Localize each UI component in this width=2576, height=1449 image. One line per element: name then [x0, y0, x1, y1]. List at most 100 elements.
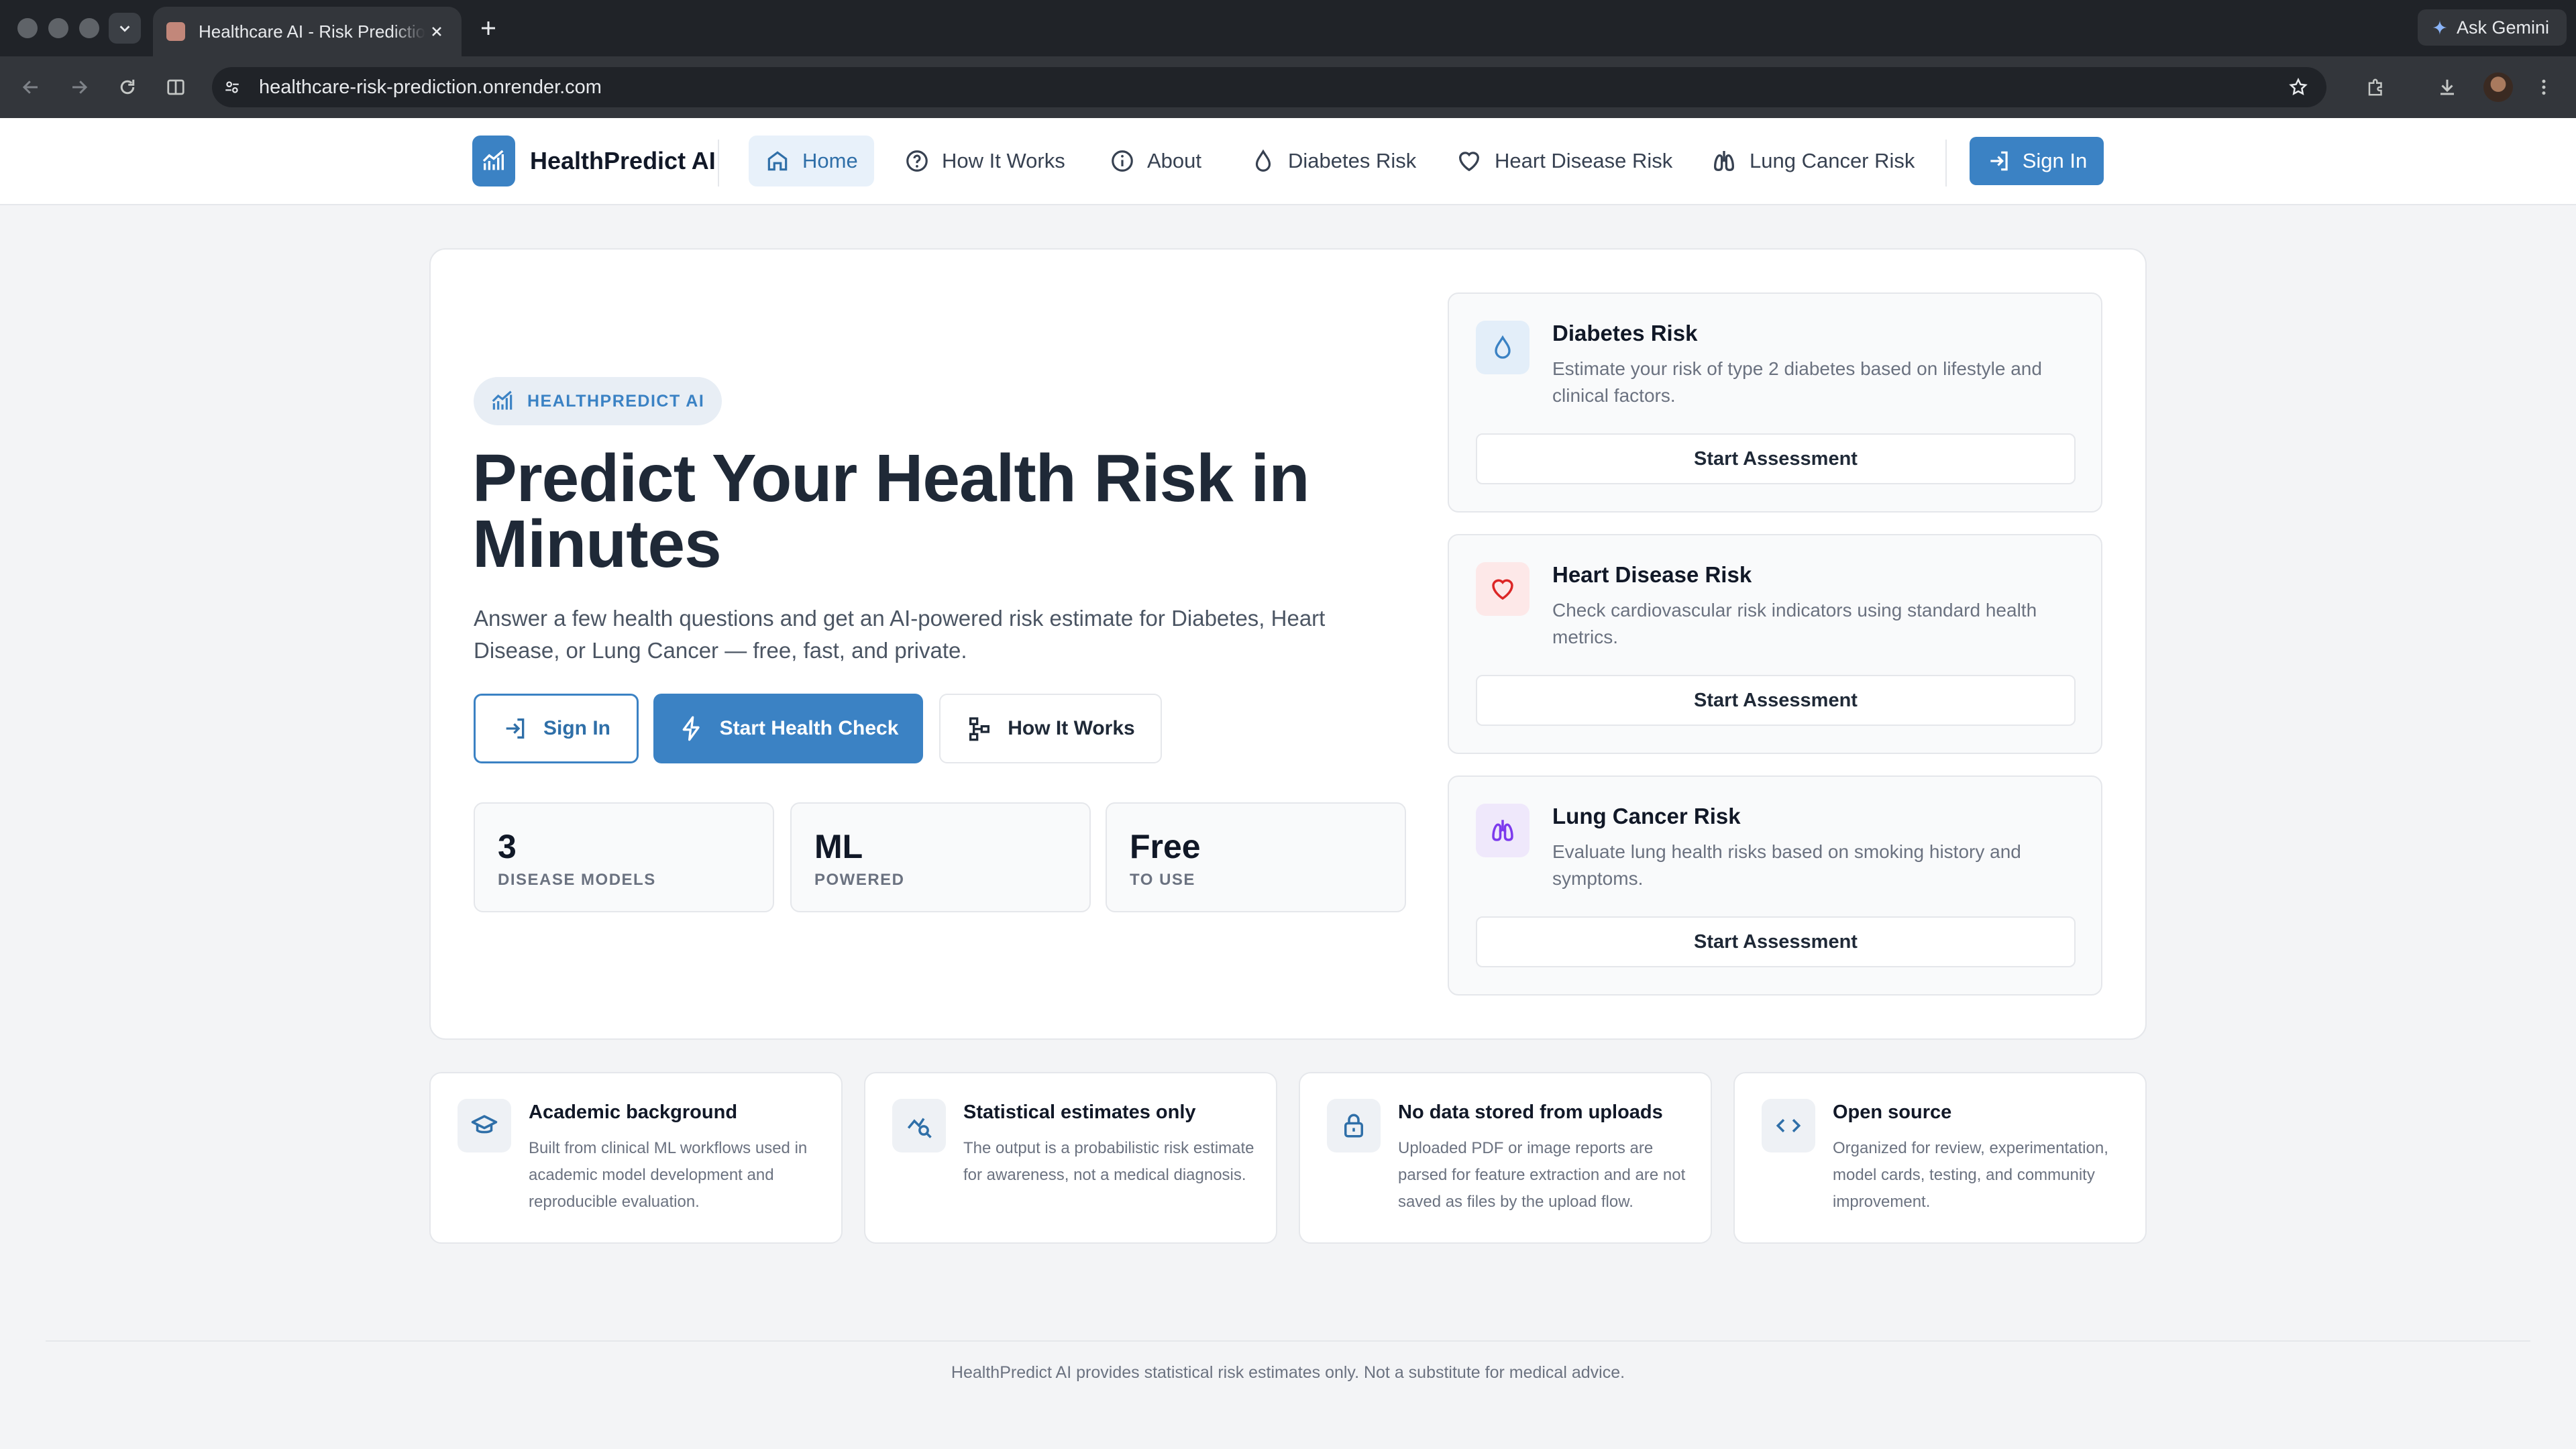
stat-label: POWERED [814, 871, 905, 889]
new-tab-button[interactable] [475, 15, 502, 42]
risk-card-title: Diabetes Risk [1552, 321, 1698, 345]
site-info-button[interactable] [219, 74, 246, 101]
sign-in-icon [506, 718, 525, 739]
nav-heart-disease-risk[interactable]: Heart Disease Risk [1440, 136, 1688, 186]
nav-home-label: Home [802, 149, 858, 172]
reload-button[interactable] [113, 72, 142, 102]
info-icon [1112, 150, 1133, 172]
nav-sign-in-button[interactable]: Sign In [1970, 137, 2104, 185]
feature-card-open-source: Open source Organized for review, experi… [1733, 1072, 2147, 1244]
arrow-right-icon [72, 80, 88, 94]
tab-search-button[interactable] [109, 13, 141, 44]
hero-subtitle: Answer a few health questions and get an… [474, 606, 1326, 663]
window-maximize-button[interactable] [79, 18, 99, 38]
chart-logo-icon [492, 390, 513, 410]
heart-disease-risk-card: Heart Disease Risk Check cardiovascular … [1448, 534, 2102, 754]
risk-icon-box [1476, 804, 1529, 857]
extensions-button[interactable] [2361, 72, 2391, 102]
ask-gemini-button[interactable]: Ask Gemini [2418, 9, 2567, 46]
start-health-check-button[interactable]: Start Health Check [653, 694, 923, 763]
risk-icon-box [1476, 321, 1529, 374]
window-close-button[interactable] [17, 18, 38, 38]
risk-card-title: Lung Cancer Risk [1552, 804, 1741, 828]
hero-title: Predict Your Health Risk in Minutes [472, 441, 1309, 582]
chevron-down-icon [119, 25, 130, 32]
close-icon [432, 27, 441, 36]
address-bar[interactable]: healthcare-risk-prediction.onrender.com [212, 67, 2326, 107]
feature-title: Open source [1833, 1102, 1952, 1123]
risk-icon-box [1476, 562, 1529, 616]
sign-in-icon [1990, 151, 2008, 171]
heart-icon [1492, 579, 1513, 600]
droplet-icon [1255, 149, 1271, 172]
lightning-icon [682, 716, 700, 741]
forward-button[interactable] [64, 72, 94, 102]
start-assessment-button[interactable]: Start Assessment [1476, 916, 2076, 967]
feature-card-no-data-stored: No data stored from uploads Uploaded PDF… [1299, 1072, 1712, 1244]
feature-icon-box [458, 1099, 511, 1152]
lungs-icon [1713, 151, 1735, 172]
feature-icon-box [892, 1099, 946, 1152]
feature-title: Statistical estimates only [963, 1102, 1196, 1123]
footer-disclaimer: HealthPredict AI provides statistical ri… [951, 1363, 1625, 1382]
stat-card: Free TO USE [1106, 802, 1406, 912]
stat-label: DISEASE MODELS [498, 871, 656, 889]
tab-close-button[interactable] [425, 20, 448, 43]
url-text[interactable]: healthcare-risk-prediction.onrender.com [259, 76, 2284, 99]
nav-about[interactable]: About [1093, 136, 1218, 186]
nav-diabetes-risk[interactable]: Diabetes Risk [1234, 136, 1432, 186]
gemini-sparkle-icon [2432, 19, 2448, 36]
back-button[interactable] [16, 72, 46, 102]
feature-icon-box [1762, 1099, 1815, 1152]
workflow-icon [969, 717, 990, 741]
chart-logo-icon [482, 150, 504, 170]
puzzle-icon [2368, 78, 2382, 96]
tune-icon [225, 81, 239, 93]
heart-icon [1458, 152, 1480, 172]
start-assessment-button[interactable]: Start Assessment [1476, 433, 2076, 484]
risk-card-title: Heart Disease Risk [1552, 562, 1752, 587]
start-health-check-label: Start Health Check [719, 717, 899, 739]
brand-name[interactable]: HealthPredict AI [530, 146, 716, 176]
browser-tab[interactable]: Healthcare AI - Risk Prediction [153, 7, 462, 56]
risk-card-description: Check cardiovascular risk indicators usi… [1552, 600, 2037, 647]
help-circle-icon [906, 150, 928, 172]
split-view-button[interactable] [161, 72, 191, 102]
code-icon [1776, 1119, 1801, 1132]
bookmark-button[interactable] [2284, 72, 2313, 102]
stat-card: 3 DISEASE MODELS [474, 802, 774, 912]
browser-menu-button[interactable] [2529, 72, 2559, 102]
risk-card-description: Estimate your risk of type 2 diabetes ba… [1552, 358, 2042, 406]
hero-sign-in-button[interactable]: Sign In [474, 694, 639, 763]
feature-card-statistical: Statistical estimates only The output is… [864, 1072, 1277, 1244]
nav-sign-in-label: Sign In [2022, 149, 2088, 172]
lung-cancer-risk-card: Lung Cancer Risk Evaluate lung health ri… [1448, 775, 2102, 996]
hero-how-it-works-button[interactable]: How It Works [939, 694, 1162, 763]
lock-icon [1344, 1114, 1363, 1138]
risk-card-description: Evaluate lung health risks based on smok… [1552, 841, 2021, 889]
profile-avatar[interactable] [2483, 72, 2513, 102]
nav-home[interactable]: Home [749, 136, 874, 186]
more-vertical-icon [2542, 79, 2546, 95]
plus-icon [482, 21, 495, 35]
lungs-icon [1492, 820, 1513, 841]
downloads-button[interactable] [2432, 72, 2462, 102]
stat-value: ML [814, 828, 863, 865]
start-assessment-button[interactable]: Start Assessment [1476, 675, 2076, 726]
download-icon [2440, 79, 2454, 95]
star-icon [2289, 77, 2308, 95]
stat-value: 3 [498, 828, 517, 865]
feature-description: The output is a probabilistic risk estim… [963, 1139, 1254, 1184]
ask-gemini-label: Ask Gemini [2457, 17, 2550, 38]
feature-icon-box [1327, 1099, 1381, 1152]
diabetes-risk-card: Diabetes Risk Estimate your risk of type… [1448, 292, 2102, 513]
window-minimize-button[interactable] [48, 18, 68, 38]
feature-description: Built from clinical ML workflows used in… [529, 1139, 808, 1211]
nav-divider [718, 140, 719, 186]
brand-logo[interactable] [472, 136, 515, 186]
favicon-icon [166, 22, 185, 41]
nav-how-it-works[interactable]: How It Works [888, 136, 1081, 186]
nav-heart-disease-risk-label: Heart Disease Risk [1495, 149, 1673, 172]
nav-lung-cancer-risk[interactable]: Lung Cancer Risk [1695, 136, 1931, 186]
feature-title: Academic background [529, 1102, 738, 1123]
